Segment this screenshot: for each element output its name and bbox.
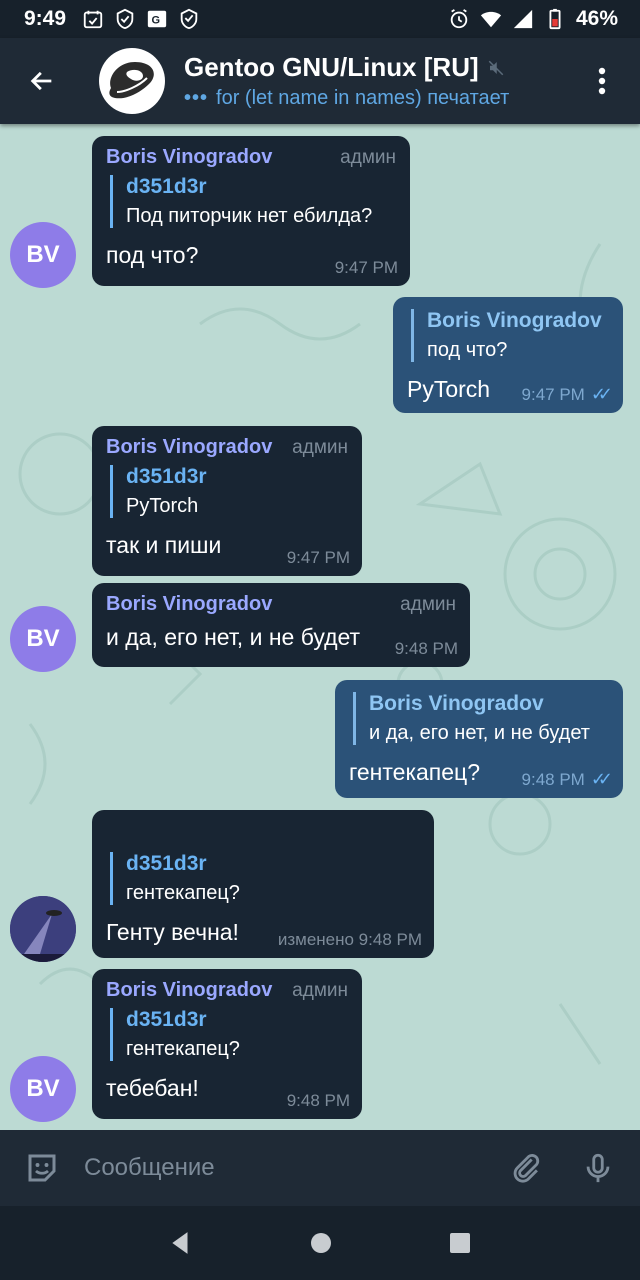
sender-name[interactable]: Boris Vinogradov <box>106 979 272 1002</box>
message-bubble[interactable]: Boris Vinogradov админ d351d3r PyTorch т… <box>92 426 362 576</box>
system-nav-bar <box>0 1206 640 1280</box>
read-check-icon: ✓✓ <box>590 769 613 789</box>
message-list[interactable]: BV Boris Vinogradov админ d351d3r Под пи… <box>0 124 640 1130</box>
message-time: 9:48 PM <box>394 639 458 658</box>
svg-text:G: G <box>152 15 161 27</box>
message-time: 9:47 PM <box>521 384 585 404</box>
reply-text: гентекапец? <box>126 1038 240 1060</box>
typing-indicator-icon: ••• <box>184 87 209 109</box>
avatar[interactable]: BV <box>10 606 76 672</box>
chat-title: Gentoo GNU/Linux [RU] <box>184 52 479 82</box>
reply-quote[interactable]: d351d3r гентекапец? <box>110 852 420 905</box>
reply-name: Boris Vinogradov <box>427 309 602 332</box>
message-bubble[interactable]: d351d3r гентекапец? Генту вечна! изменен… <box>92 810 434 958</box>
calendar-check-icon <box>83 10 103 29</box>
sender-name[interactable]: Boris Vinogradov <box>106 436 272 459</box>
translate-icon: G <box>147 10 167 28</box>
reply-quote[interactable]: Boris Vinogradov и да, его нет, и не буд… <box>353 692 609 745</box>
reply-quote[interactable]: Boris Vinogradov под что? <box>411 309 609 362</box>
message-time: 9:48 PM <box>521 769 585 789</box>
nav-back-icon[interactable] <box>168 1230 194 1256</box>
reply-name: d351d3r <box>126 1008 207 1031</box>
message-bubble[interactable]: Boris Vinogradov админ и да, его нет, и … <box>92 583 470 667</box>
admin-badge: админ <box>292 437 348 458</box>
message-bubble[interactable]: Boris Vinogradov под что? PyTorch 9:47 P… <box>393 297 623 413</box>
nav-recents-icon[interactable] <box>448 1231 472 1255</box>
reply-name: d351d3r <box>126 175 207 198</box>
admin-badge: админ <box>340 147 396 168</box>
reply-text: гентекапец? <box>126 882 240 904</box>
attach-button[interactable] <box>506 1148 546 1188</box>
reply-name: d351d3r <box>126 852 207 875</box>
reply-text: под что? <box>427 339 508 361</box>
reply-quote[interactable]: d351d3r гентекапец? <box>110 1008 348 1061</box>
mute-icon <box>488 60 503 75</box>
battery-icon <box>549 8 561 30</box>
avatar[interactable] <box>10 896 76 962</box>
status-time: 9:49 <box>24 7 67 30</box>
sender-name[interactable]: Boris Vinogradov <box>106 146 272 169</box>
alarm-icon <box>450 9 468 29</box>
status-bar: 9:49 G 46% <box>0 0 640 38</box>
battery-level: 46% <box>575 7 618 30</box>
reply-text: PyTorch <box>126 495 199 517</box>
sender-name[interactable]: Boris Vinogradov <box>106 593 272 616</box>
admin-badge: админ <box>400 594 456 615</box>
back-button[interactable] <box>0 38 84 124</box>
message-bubble[interactable]: Boris Vinogradov админ d351d3r Под питор… <box>92 136 410 286</box>
message-composer: Сообщение <box>0 1130 640 1206</box>
paperclip-icon <box>513 1153 540 1183</box>
reply-name: d351d3r <box>126 465 207 488</box>
reply-name: Boris Vinogradov <box>369 692 544 715</box>
reply-quote[interactable]: d351d3r PyTorch <box>110 465 348 518</box>
signal-icon <box>513 9 533 29</box>
message-input[interactable]: Сообщение <box>84 1154 506 1182</box>
message-time: 9:47 PM <box>286 548 350 567</box>
reply-text: и да, его нет, и не будет <box>369 722 590 744</box>
group-avatar[interactable] <box>99 48 165 114</box>
message-time: 9:47 PM <box>334 258 398 277</box>
reply-quote[interactable]: d351d3r Под питорчик нет ебилда? <box>110 175 396 228</box>
message-time: изменено 9:48 PM <box>277 930 422 949</box>
read-check-icon: ✓✓ <box>590 384 613 404</box>
ufo-avatar-icon <box>10 896 76 962</box>
more-vert-icon <box>598 67 606 95</box>
arrow-left-icon <box>30 71 52 91</box>
wifi-icon <box>480 11 502 28</box>
nav-home-icon[interactable] <box>309 1231 333 1255</box>
admin-badge: админ <box>292 980 348 1001</box>
microphone-icon <box>586 1153 610 1183</box>
message-bubble[interactable]: Boris Vinogradov и да, его нет, и не буд… <box>335 680 623 798</box>
gentoo-logo-icon <box>109 62 154 99</box>
voice-button[interactable] <box>578 1148 618 1188</box>
shield-icon <box>180 8 198 30</box>
chat-header: Gentoo GNU/Linux [RU] ••• for (let name … <box>0 38 640 124</box>
sticker-button[interactable] <box>22 1148 62 1188</box>
reply-text: Под питорчик нет ебилда? <box>126 205 373 227</box>
message-time: 9:48 PM <box>286 1091 350 1110</box>
avatar[interactable]: BV <box>10 1056 76 1122</box>
message-bubble[interactable]: Boris Vinogradov админ d351d3r гентекапе… <box>92 969 362 1119</box>
avatar[interactable]: BV <box>10 222 76 288</box>
sticker-icon <box>28 1154 56 1182</box>
typing-status: for (let name in names) печатает <box>216 87 510 109</box>
more-menu-button[interactable] <box>582 38 622 124</box>
shield-check-icon <box>116 8 134 30</box>
